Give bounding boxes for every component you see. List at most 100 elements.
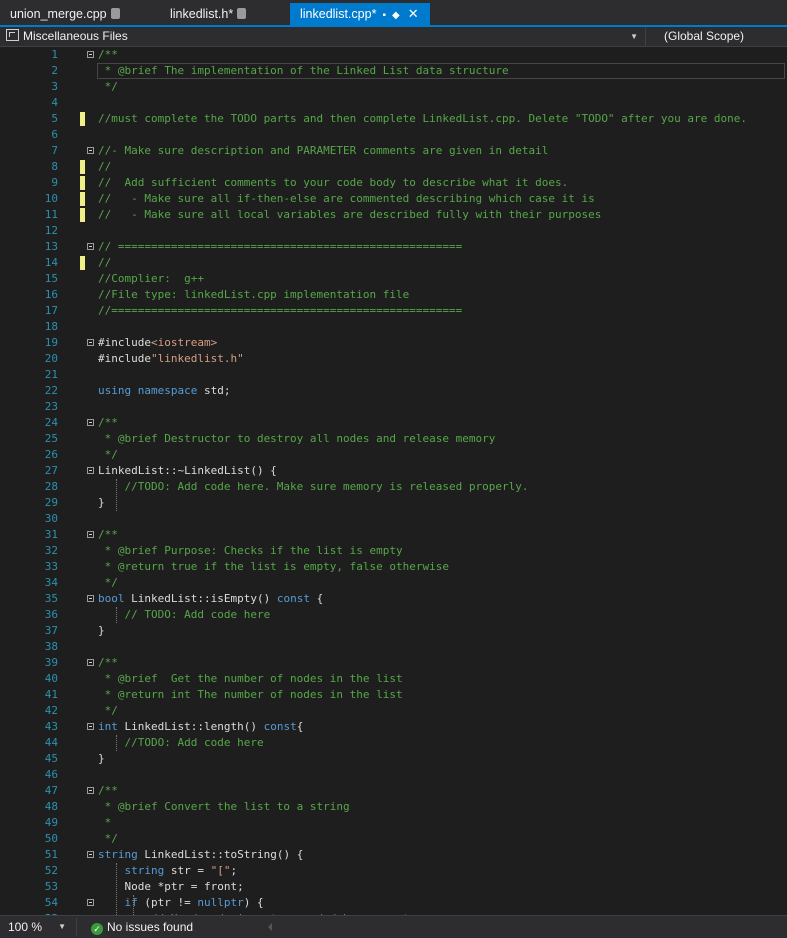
code-line[interactable]: 38 (0, 639, 787, 655)
code-line[interactable]: 25 * @brief Destructor to destroy all no… (0, 431, 787, 447)
code-line[interactable]: 18 (0, 319, 787, 335)
code-line[interactable]: 2 * @brief The implementation of the Lin… (0, 63, 787, 79)
line-number: 4 (51, 96, 58, 109)
code-line[interactable]: 9 // Add sufficient comments to your code… (0, 175, 787, 191)
project-dropdown[interactable]: Miscellaneous Files ▼ (6, 27, 642, 46)
code-line[interactable]: 53 Node *ptr = front; (0, 879, 787, 895)
code-line[interactable]: 4 (0, 95, 787, 111)
line-number: 26 (44, 448, 58, 461)
code-text: // (98, 256, 112, 269)
code-line[interactable]: 3 */ (0, 79, 787, 95)
code-line[interactable]: 19 #include<iostream> (0, 335, 787, 351)
zoom-dropdown[interactable]: 100 % ▼ (8, 919, 66, 935)
code-line[interactable]: 22 using namespace std; (0, 383, 787, 399)
code-line[interactable]: 37} (0, 623, 787, 639)
code-line[interactable]: 15 //Complier: g++ (0, 271, 787, 287)
pin-icon[interactable] (110, 8, 120, 19)
code-line[interactable]: 17 //====================================… (0, 303, 787, 319)
code-line[interactable]: 42 */ (0, 703, 787, 719)
code-line[interactable]: 23 (0, 399, 787, 415)
code-line[interactable]: 21 (0, 367, 787, 383)
properties-icon[interactable]: ▪ (382, 5, 386, 27)
code-line[interactable]: 32 * @brief Purpose: Checks if the list … (0, 543, 787, 559)
code-line[interactable]: 45} (0, 751, 787, 767)
code-text: //- Make sure description and PARAMETER … (98, 144, 549, 157)
tab-linkedlist-cpp[interactable]: linkedlist.cpp* ▪ ◆ ✕ (290, 3, 430, 25)
line-number: 38 (44, 640, 58, 653)
line-number: 31 (44, 528, 58, 541)
collapse-icon[interactable] (87, 243, 94, 250)
code-line[interactable]: 13 // ===================================… (0, 239, 787, 255)
code-line[interactable]: 29} (0, 495, 787, 511)
code-line[interactable]: 33 * @return true if the list is empty, … (0, 559, 787, 575)
code-line[interactable]: 24 /** (0, 415, 787, 431)
code-line[interactable]: 44 //TODO: Add code here (0, 735, 787, 751)
code-text: /** (98, 528, 118, 541)
pin-icon[interactable] (237, 8, 247, 19)
code-line[interactable]: 35 bool LinkedList::isEmpty() const { (0, 591, 787, 607)
code-text: } (98, 752, 105, 765)
code-line[interactable]: 43 int LinkedList::length() const{ (0, 719, 787, 735)
code-line[interactable]: 40 * @brief Get the number of nodes in t… (0, 671, 787, 687)
code-line[interactable]: 31 /** (0, 527, 787, 543)
collapse-icon[interactable] (87, 147, 94, 154)
code-line[interactable]: 49 * (0, 815, 787, 831)
collapse-icon[interactable] (87, 51, 94, 58)
code-text: } (98, 624, 105, 637)
collapse-icon[interactable] (87, 595, 94, 602)
code-line[interactable]: 50 */ (0, 831, 787, 847)
collapse-icon[interactable] (87, 659, 94, 666)
collapse-icon[interactable] (87, 723, 94, 730)
code-line[interactable]: 20 #include"linkedlist.h" (0, 351, 787, 367)
code-line[interactable]: 47 /** (0, 783, 787, 799)
issues-indicator[interactable]: ✓ No issues found (91, 919, 193, 935)
collapse-icon[interactable] (87, 851, 94, 858)
code-line[interactable]: 51 string LinkedList::toString() { (0, 847, 787, 863)
code-line[interactable]: 10 // - Make sure all if-then-else are co… (0, 191, 787, 207)
tab-linkedlist-h[interactable]: linkedlist.h* (160, 3, 260, 25)
collapse-icon[interactable] (87, 339, 94, 346)
scroll-left-icon[interactable] (268, 923, 272, 931)
code-line[interactable]: 1 /** (0, 47, 787, 63)
code-line[interactable]: 36 // TODO: Add code here (0, 607, 787, 623)
code-line[interactable]: 11 // - Make sure all local variables are… (0, 207, 787, 223)
indent-guide (116, 735, 117, 751)
code-line[interactable]: 39 /** (0, 655, 787, 671)
code-line[interactable]: 14 // (0, 255, 787, 271)
code-line[interactable]: 34 */ (0, 575, 787, 591)
close-icon[interactable]: ✕ (408, 3, 419, 25)
code-line[interactable]: 27 LinkedList::~LinkedList() { (0, 463, 787, 479)
code-line[interactable]: 48 * @brief Convert the list to a string (0, 799, 787, 815)
code-text: * @brief Purpose: Checks if the list is … (98, 544, 403, 557)
code-line[interactable]: 46 (0, 767, 787, 783)
code-line[interactable]: 8 // (0, 159, 787, 175)
scope-dropdown[interactable]: (Global Scope) (664, 27, 744, 46)
code-line[interactable]: 52 string str = "["; (0, 863, 787, 879)
code-editor[interactable]: 1 /** 2 * @brief The implementation of the… (0, 47, 787, 915)
collapse-icon[interactable] (87, 467, 94, 474)
line-number: 1 (51, 48, 58, 61)
code-line[interactable]: 16 //File type: linkedList.cpp implementa… (0, 287, 787, 303)
code-line[interactable]: 12 (0, 223, 787, 239)
code-line[interactable]: 5 //must complete the TODO parts and then… (0, 111, 787, 127)
code-text: * @brief Convert the list to a string (98, 800, 350, 813)
collapse-icon[interactable] (87, 531, 94, 538)
line-number: 34 (44, 576, 58, 589)
pin-icon[interactable]: ◆ (392, 5, 400, 27)
code-line[interactable]: 26 */ (0, 447, 787, 463)
line-number: 11 (44, 208, 58, 221)
code-line[interactable]: 30 (0, 511, 787, 527)
code-text: // - Make sure all if-then-else are comm… (98, 192, 595, 205)
line-number: 39 (44, 656, 58, 669)
code-line[interactable]: 54 if (ptr != nullptr) { (0, 895, 787, 911)
code-line[interactable]: 28 //TODO: Add code here. Make sure memo… (0, 479, 787, 495)
code-line[interactable]: 7 //- Make sure description and PARAMETER… (0, 143, 787, 159)
code-line[interactable]: 6 (0, 127, 787, 143)
collapse-icon[interactable] (87, 419, 94, 426)
collapse-icon[interactable] (87, 787, 94, 794)
change-marker (80, 112, 85, 126)
tab-union-merge[interactable]: union_merge.cpp (0, 3, 130, 25)
code-line[interactable]: 41 * @return int The number of nodes in … (0, 687, 787, 703)
collapse-icon[interactable] (87, 899, 94, 906)
line-number: 50 (44, 832, 58, 845)
